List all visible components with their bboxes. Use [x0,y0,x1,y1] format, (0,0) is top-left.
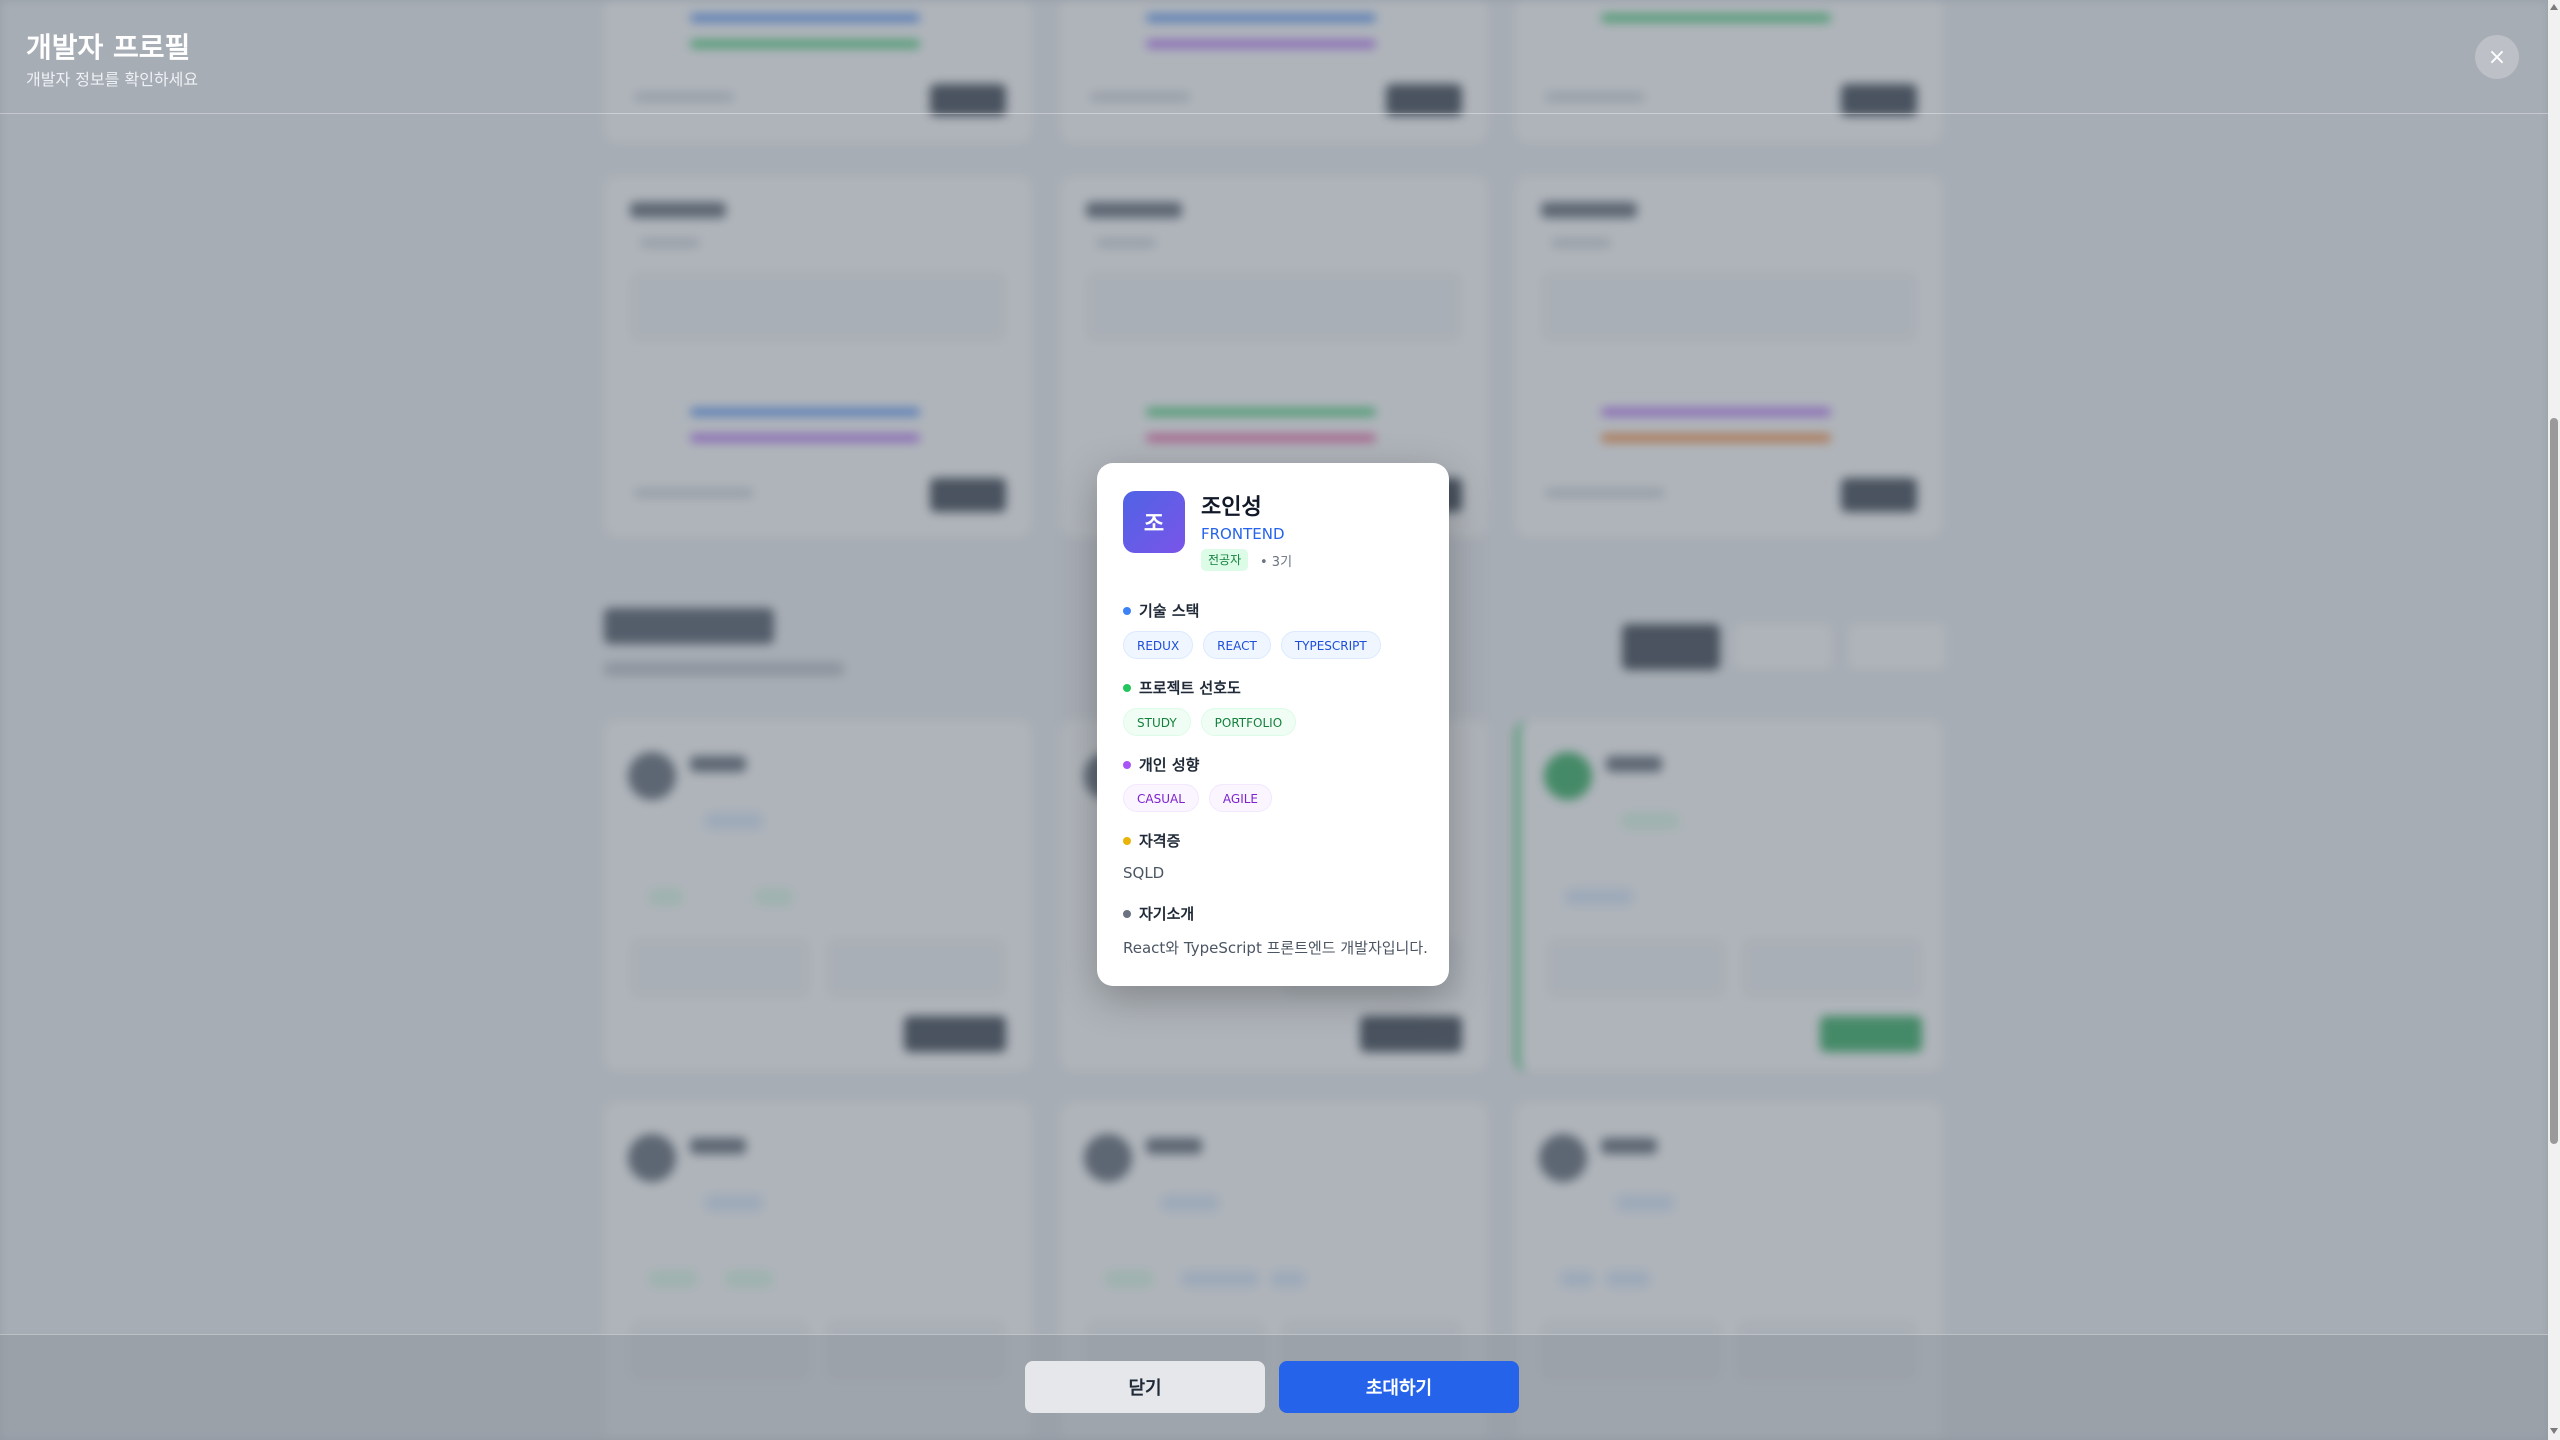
tag: REACT [1203,631,1271,659]
tag: PORTFOLIO [1200,708,1297,736]
tag: CASUAL [1123,784,1199,812]
tag: AGILE [1208,784,1272,812]
intro-heading: 자기소개 [1123,903,1194,924]
close-icon[interactable]: × [2475,35,2519,79]
bullet-dot-icon [1123,836,1131,845]
tag: TYPESCRIPT [1280,631,1381,659]
invite-button[interactable]: 초대하기 [1279,1361,1519,1413]
modal-footer [0,1334,2548,1440]
tech-stack-heading: 기술 스택 [1123,600,1199,621]
profile-popup: 조 조인성 FRONTEND 전공자 • 3기 기술 스택 REDUX REAC… [1097,463,1449,986]
certificates-text: SQLD [1123,864,1165,882]
project-pref-tags: STUDY PORTFOLIO [1123,708,1297,736]
major-badge: 전공자 [1201,549,1249,571]
page-title: 개발자 프로필 [26,31,191,64]
project-pref-heading: 프로젝트 선호도 [1123,677,1241,698]
intro-text: React와 TypeScript 프론트엔드 개발자입니다. [1123,939,1428,957]
developer-role: FRONTEND [1201,525,1285,543]
scroll-up-icon[interactable] [2550,4,2558,10]
modal-header: 개발자 프로필 개발자 정보를 확인하세요 [0,0,2548,114]
close-button[interactable]: 닫기 [1025,1361,1265,1413]
bullet-dot-icon [1123,606,1131,615]
bullet-dot-icon [1123,760,1131,769]
developer-name: 조인성 [1201,495,1262,520]
tag: STUDY [1123,708,1191,736]
personality-heading: 개인 성향 [1123,754,1199,775]
scroll-down-icon[interactable] [2550,1428,2558,1434]
tag: REDUX [1123,631,1194,659]
bullet-dot-icon [1123,909,1131,918]
personality-tags: CASUAL AGILE [1123,784,1272,812]
page-subtitle: 개발자 정보를 확인하세요 [26,70,199,89]
avatar: 조 [1123,491,1185,553]
tech-stack-tags: REDUX REACT TYPESCRIPT [1123,631,1381,659]
scrollbar-thumb[interactable] [2550,418,2558,1144]
bullet-dot-icon [1123,683,1131,692]
certificates-heading: 자격증 [1123,830,1180,851]
cohort-label: • 3기 [1260,555,1293,570]
